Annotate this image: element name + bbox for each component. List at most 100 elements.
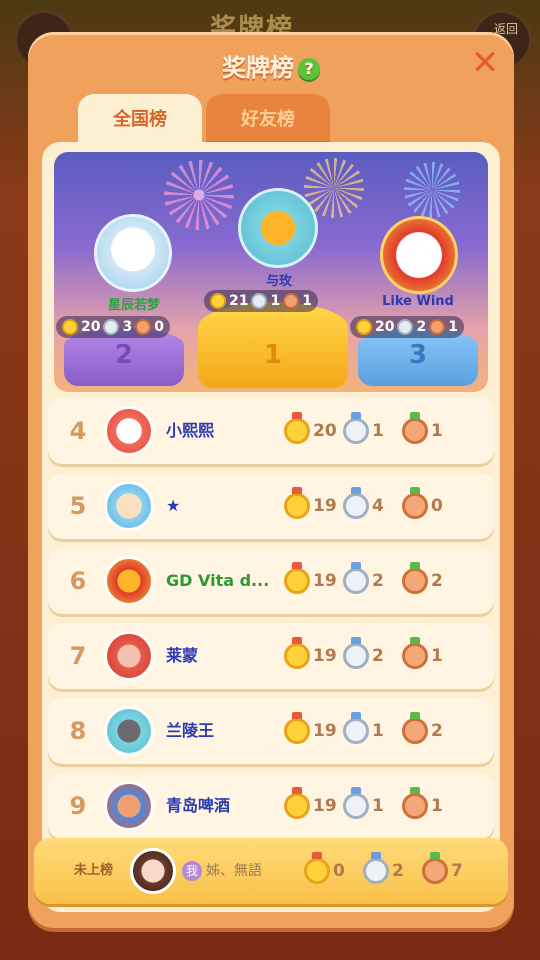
bronze-count: 7 (451, 861, 463, 881)
gold-count: 20 (313, 421, 337, 441)
bronze-medal-icon (402, 712, 428, 744)
avatar[interactable] (104, 631, 154, 681)
not-ranked-label: 未上榜 (74, 863, 114, 878)
medal-counts: 19 1 1 (284, 787, 461, 819)
medals-rank-3: 20 2 1 (350, 316, 464, 338)
firework-decoration (404, 162, 460, 218)
gold-count: 19 (313, 571, 337, 591)
bronze-medal-icon (402, 487, 428, 519)
medals-rank-1: 21 1 1 (204, 290, 318, 312)
name-rank-1: 与玫 (265, 274, 292, 289)
gold-medal-icon (210, 293, 226, 309)
bronze-count: 0 (154, 319, 164, 335)
table-row[interactable]: 9 青岛啤酒 19 1 1 (48, 773, 494, 839)
gold-medal-icon (304, 852, 330, 884)
avatar[interactable] (104, 406, 154, 456)
tab-friends[interactable]: 好友榜 (206, 94, 330, 144)
bronze-medal-icon (135, 319, 152, 335)
bronze-medal-icon (283, 293, 300, 309)
avatar-rank-3[interactable] (380, 216, 458, 294)
gold-medal-icon (284, 562, 310, 594)
bronze-medal-icon (422, 852, 448, 884)
silver-count: 1 (372, 721, 384, 741)
bronze-count: 2 (431, 571, 443, 591)
silver-count: 2 (392, 861, 404, 881)
rank-number: 4 (69, 417, 87, 445)
gold-medal-icon (284, 637, 310, 669)
tab-national[interactable]: 全国榜 (78, 94, 202, 144)
gold-medal-icon (284, 487, 310, 519)
ranking-list: 2 1 3 与玫 星辰若梦 Like Wind 21 1 1 20 3 0 20… (42, 142, 500, 912)
gold-medal-icon (356, 319, 372, 335)
avatar-rank-2[interactable] (94, 214, 172, 292)
silver-medal-icon (343, 787, 369, 819)
avatar-rank-1[interactable] (238, 188, 318, 268)
medal-ranking-dialog: 奖牌榜? ✕ 全国榜 好友榜 2 1 3 与玫 星辰若梦 Like Wind 2… (28, 32, 514, 928)
bronze-count: 2 (431, 721, 443, 741)
table-row[interactable]: 5 ★ 19 4 0 (48, 473, 494, 539)
rank-number: 8 (69, 717, 87, 745)
table-row[interactable]: 7 莱蒙 19 2 1 (48, 623, 494, 689)
avatar[interactable] (104, 481, 154, 531)
bronze-medal-icon (402, 637, 428, 669)
player-name: 青岛啤酒 (166, 796, 231, 815)
rank-number: 9 (69, 792, 87, 820)
my-name: 我姊、無語 (182, 838, 262, 904)
table-row[interactable]: 8 兰陵王 19 1 2 (48, 698, 494, 764)
avatar[interactable] (104, 556, 154, 606)
podium-rank-3: 3 (408, 340, 428, 370)
medal-counts: 19 2 2 (284, 562, 461, 594)
avatar[interactable] (104, 706, 154, 756)
silver-count: 2 (372, 571, 384, 591)
silver-count: 1 (372, 796, 384, 816)
podium-stage-1: 1 (198, 302, 348, 388)
gold-count: 19 (313, 796, 337, 816)
bronze-count: 1 (431, 421, 443, 441)
bronze-count: 1 (302, 293, 312, 309)
silver-medal-icon (251, 293, 268, 309)
silver-count: 2 (372, 646, 384, 666)
player-name: GD Vita d... (166, 571, 270, 590)
player-name: 兰陵王 (166, 721, 215, 740)
player-name: 小熙熙 (166, 421, 215, 440)
gold-medal-icon (62, 319, 78, 335)
my-medal-counts: 0 2 7 (304, 852, 481, 884)
name-rank-2: 星辰若梦 (107, 298, 160, 313)
bronze-medal-icon (429, 319, 446, 335)
silver-medal-icon (103, 319, 120, 335)
gold-count: 0 (333, 861, 345, 881)
bronze-medal-icon (402, 412, 428, 444)
player-name: 莱蒙 (166, 646, 199, 665)
silver-medal-icon (343, 637, 369, 669)
my-rank-bar: 未上榜 我姊、無語 0 2 7 (34, 838, 508, 904)
medal-counts: 20 1 1 (284, 412, 461, 444)
gold-count: 19 (313, 496, 337, 516)
silver-count: 1 (270, 293, 281, 309)
silver-count: 1 (372, 421, 384, 441)
bronze-count: 1 (448, 319, 458, 335)
firework-decoration (164, 160, 234, 230)
medals-rank-2: 20 3 0 (56, 316, 170, 338)
medal-counts: 19 4 0 (284, 487, 461, 519)
podium-rank-1: 1 (263, 340, 283, 370)
table-row[interactable]: 6 GD Vita d... 19 2 2 (48, 548, 494, 614)
medal-counts: 19 2 1 (284, 637, 461, 669)
silver-medal-icon (343, 412, 369, 444)
dialog-title: 奖牌榜? (28, 48, 514, 83)
bronze-medal-icon (402, 562, 428, 594)
gold-count: 19 (313, 646, 337, 666)
my-avatar[interactable] (130, 848, 176, 894)
rank-number: 5 (69, 492, 87, 520)
silver-count: 2 (416, 319, 427, 335)
gold-medal-icon (284, 712, 310, 744)
me-badge: 我 (182, 861, 202, 881)
silver-medal-icon (363, 852, 389, 884)
close-button[interactable]: ✕ (468, 46, 502, 80)
silver-count: 3 (122, 319, 133, 335)
bronze-count: 1 (431, 796, 443, 816)
help-icon[interactable]: ? (298, 58, 320, 80)
gold-medal-icon (284, 787, 310, 819)
rank-number: 6 (69, 567, 87, 595)
avatar[interactable] (104, 781, 154, 831)
table-row[interactable]: 4 小熙熙 20 1 1 (48, 398, 494, 464)
